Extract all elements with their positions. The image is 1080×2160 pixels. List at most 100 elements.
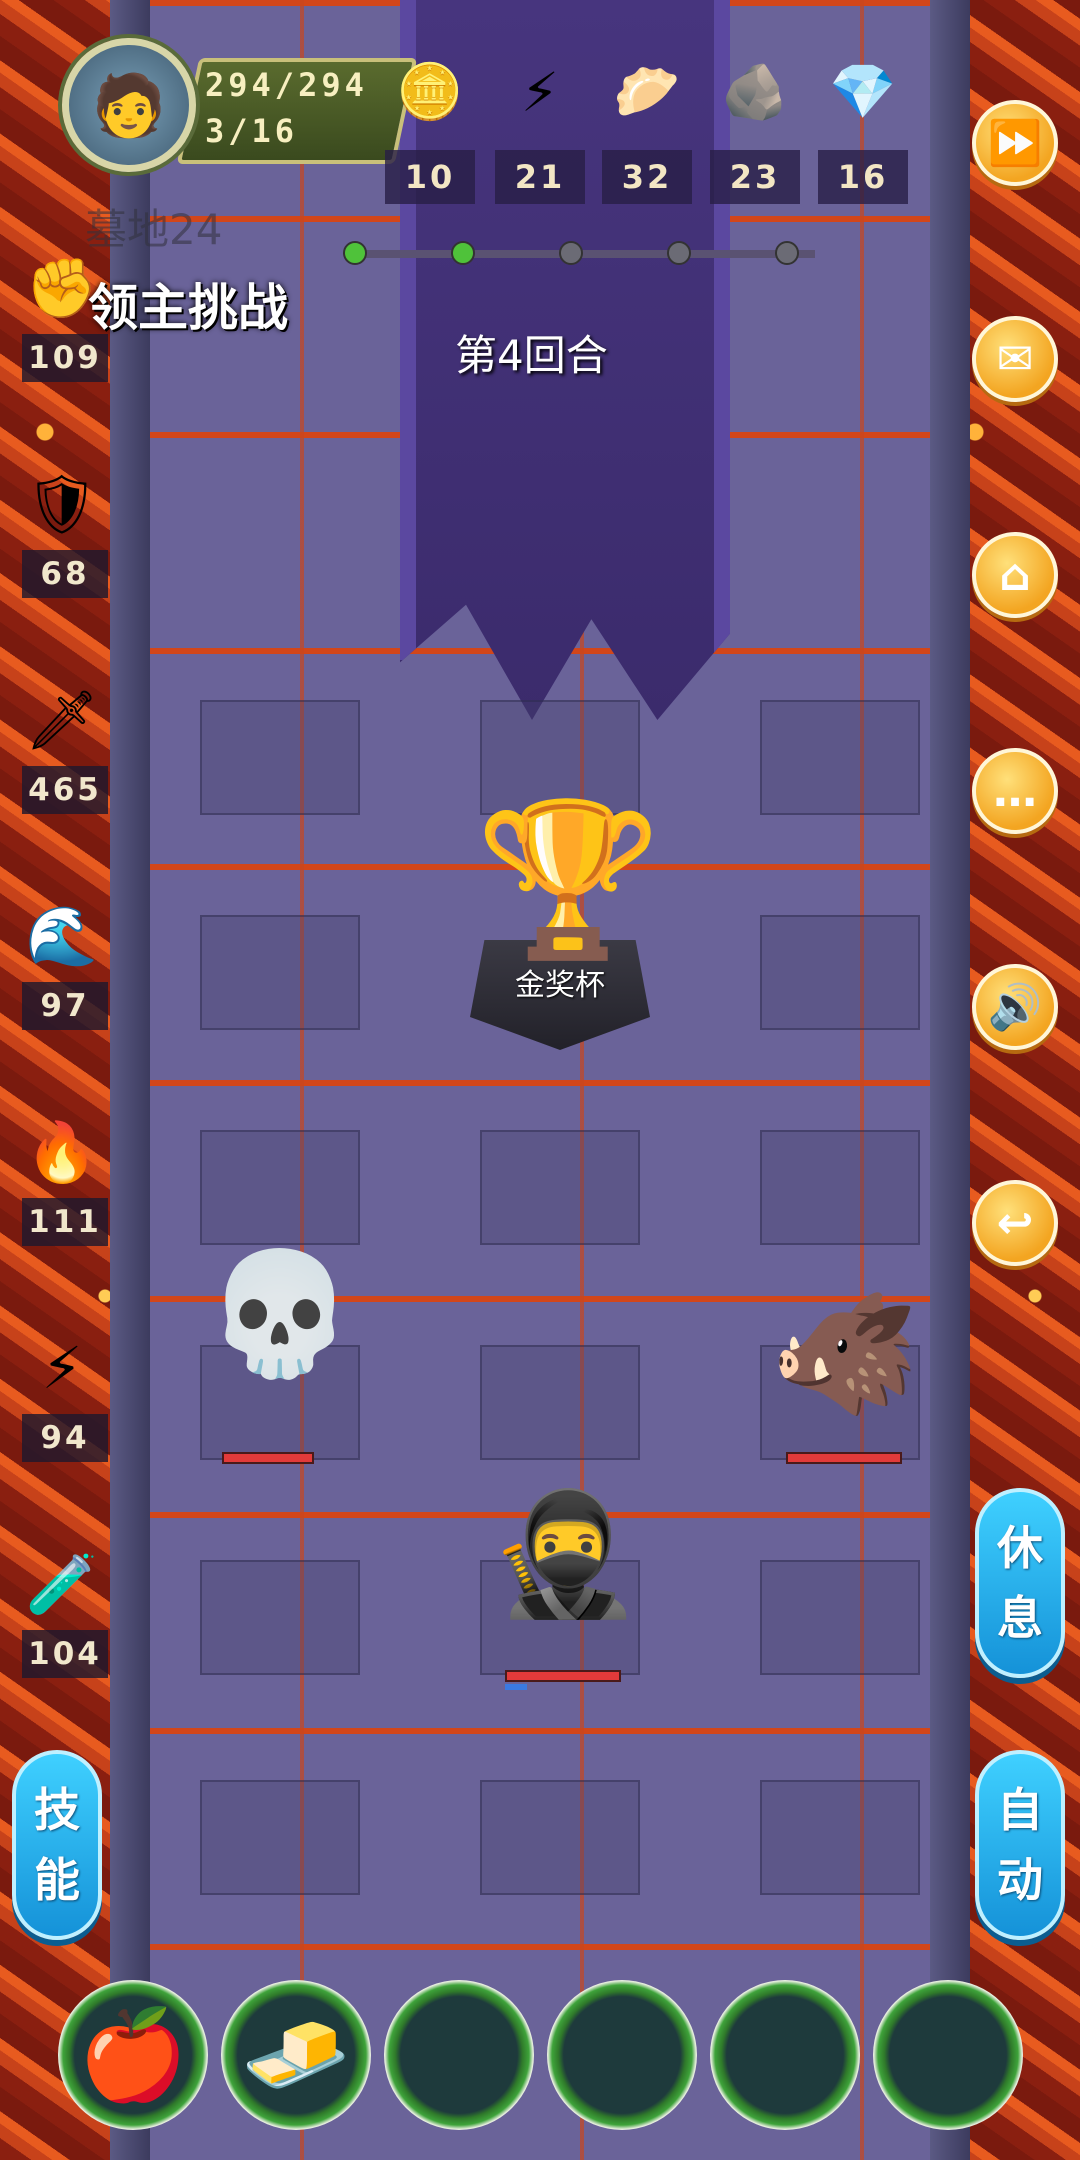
resource-value: 16: [818, 150, 908, 204]
attribute-stat: 🌊 97: [22, 896, 108, 1030]
lightning-icon: ⚡: [521, 60, 559, 124]
item-slot[interactable]: 🧈: [221, 1980, 371, 2130]
hero-mana-bar: [505, 1684, 527, 1690]
item-slot[interactable]: [547, 1980, 697, 2130]
skeleton-health-bar: [222, 1452, 314, 1464]
knight-portrait-icon: 🧑: [91, 70, 167, 141]
mail-button[interactable]: ✉: [972, 316, 1058, 402]
progress-dot-pending: [775, 241, 799, 265]
lightning-purple-icon: ⚡: [41, 1334, 83, 1402]
chat-button[interactable]: …: [972, 748, 1058, 834]
attribute-value: 94: [22, 1414, 108, 1462]
bun-icon: 🥟: [613, 60, 681, 123]
skeleton-enemy[interactable]: 💀: [200, 1250, 360, 1380]
sword-glow-icon: 🗡: [25, 685, 99, 754]
shield-icon: 🛡: [25, 469, 99, 538]
resource-item: 🥟 32: [602, 52, 692, 204]
player-stats-text: 294/294 3/16: [205, 62, 368, 154]
challenge-title: 领主挑战: [88, 279, 288, 337]
fire-icon: 🔥: [25, 1117, 99, 1186]
hero-character[interactable]: 🥷: [470, 1490, 660, 1620]
fist-icon: ✊: [25, 253, 99, 322]
attribute-stat: ✊ 109: [22, 248, 108, 382]
sound-button[interactable]: 🔊: [972, 964, 1058, 1050]
attribute-value: 111: [22, 1198, 108, 1246]
progress-dot-complete: [451, 241, 475, 265]
grid-tile[interactable]: [760, 1560, 920, 1675]
rest-label-1: 休: [997, 1521, 1043, 1575]
auto-button[interactable]: 自 动: [975, 1750, 1065, 1940]
grid-tile[interactable]: [760, 1130, 920, 1245]
rest-button[interactable]: 休 息: [975, 1488, 1065, 1678]
skill-button[interactable]: 技 能: [12, 1750, 102, 1940]
round-progress-track: [343, 241, 815, 265]
avatar[interactable]: 🧑: [62, 38, 196, 172]
item-slot[interactable]: [710, 1980, 860, 2130]
ore-icon: 🪨: [721, 60, 789, 123]
attribute-value: 68: [22, 550, 108, 598]
grid-tile[interactable]: [200, 1780, 360, 1895]
grid-tile[interactable]: [760, 915, 920, 1030]
back-button[interactable]: ↩: [972, 1180, 1058, 1266]
grid-tile[interactable]: [480, 1780, 640, 1895]
water-wave-icon: 🌊: [25, 901, 99, 970]
chat-icon: …: [993, 765, 1037, 817]
fast-forward-button[interactable]: ⏩: [972, 100, 1058, 186]
apple-icon: 🍎: [78, 2003, 188, 2106]
home-button[interactable]: ⌂: [972, 532, 1058, 618]
progress-dot-pending: [559, 241, 583, 265]
crystal-icon: 💎: [829, 60, 897, 123]
grid-tile[interactable]: [760, 700, 920, 815]
attribute-value: 465: [22, 766, 108, 814]
home-icon: ⌂: [999, 549, 1031, 601]
skill-label-1: 技: [34, 1783, 80, 1837]
grid-tile[interactable]: [200, 915, 360, 1030]
hero-swordsman-icon: 🥷: [490, 1485, 640, 1624]
hero-health-bar: [505, 1670, 621, 1682]
resource-value: 23: [710, 150, 800, 204]
round-counter: 第4回合: [455, 331, 608, 380]
resource-item: 🪨 23: [710, 52, 800, 204]
poison-icon: 🧪: [25, 1549, 99, 1618]
attribute-value: 97: [22, 982, 108, 1030]
speaker-icon: 🔊: [987, 982, 1043, 1033]
auto-label-2: 动: [997, 1853, 1043, 1907]
resource-value: 32: [602, 150, 692, 204]
grid-tile[interactable]: [200, 1130, 360, 1245]
attribute-stat: 🧪 104: [22, 1544, 108, 1678]
resource-item: 💎 16: [818, 52, 908, 204]
item-slot[interactable]: 🍎: [58, 1980, 208, 2130]
boar-enemy[interactable]: 🐗: [760, 1290, 930, 1420]
rest-label-2: 息: [997, 1591, 1043, 1645]
coin-icon: 🪙: [396, 60, 464, 123]
attribute-value: 109: [22, 334, 108, 382]
resource-item: ⚡ 21: [495, 52, 585, 204]
attribute-stat: 🛡 68: [22, 464, 108, 598]
boar-health-bar: [786, 1452, 902, 1464]
grid-tile[interactable]: [760, 1780, 920, 1895]
resource-value: 10: [385, 150, 475, 204]
back-arrow-icon: ↩: [996, 1197, 1034, 1249]
item-slot[interactable]: [873, 1980, 1023, 2130]
grid-tile[interactable]: [200, 1560, 360, 1675]
boar-icon: 🐗: [770, 1285, 920, 1424]
gold-trophy-icon[interactable]: 🏆: [475, 805, 662, 955]
grid-tile[interactable]: [480, 1345, 640, 1460]
auto-label-1: 自: [997, 1783, 1043, 1837]
resource-value: 21: [495, 150, 585, 204]
trophy-label: 金奖杯: [515, 968, 605, 1003]
attribute-value: 104: [22, 1630, 108, 1678]
grid-tile[interactable]: [200, 700, 360, 815]
fast-forward-icon: ⏩: [987, 118, 1043, 169]
grid-tile[interactable]: [480, 1130, 640, 1245]
skill-label-2: 能: [34, 1853, 80, 1907]
attribute-stat: 🗡 465: [22, 680, 108, 814]
skeleton-icon: 💀: [205, 1245, 355, 1384]
progress-dot-complete: [343, 241, 367, 265]
attribute-stat: 🔥 111: [22, 1112, 108, 1246]
floor-progress-value: 3/16: [205, 112, 299, 150]
hp-value: 294/294: [205, 66, 368, 104]
item-slot[interactable]: [384, 1980, 534, 2130]
progress-dot-pending: [667, 241, 691, 265]
stone-wall-right: [930, 0, 970, 2160]
